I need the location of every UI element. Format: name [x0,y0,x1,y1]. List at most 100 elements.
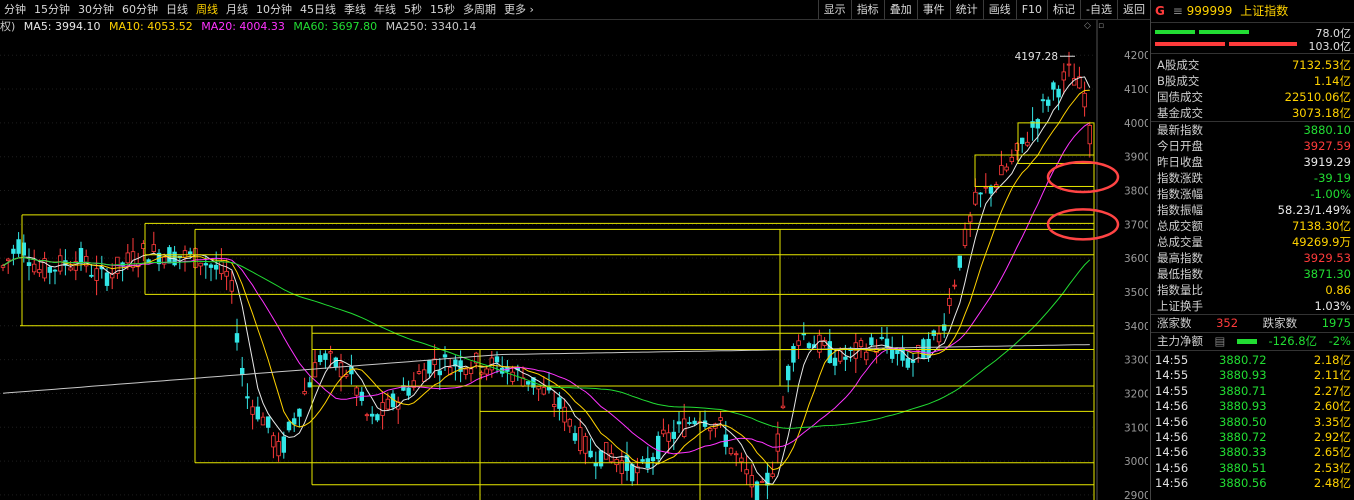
volume-label: 基金成交 [1157,106,1203,120]
period-tab[interactable]: 季线 [340,0,370,19]
period-tab[interactable]: 15秒 [426,0,459,19]
buy-sell-bars: 78.0亿 103.0亿 [1151,23,1354,54]
candle-body [333,357,338,368]
quote-value: -39.19 [1313,171,1351,185]
quote-value: -1.00% [1310,187,1351,201]
period-tab[interactable]: 分钟 [0,0,30,19]
quote-panel: G ≡ 999999 上证指数 78.0亿 103.0亿 A股成交 7132.5… [1150,0,1354,500]
candle-body [1004,166,1009,171]
tick-row: 14:55 3880.72 2.18亿 [1151,353,1354,368]
candle-body [806,343,812,348]
candle-body [786,365,791,381]
price-tick-label: 4200 [1124,50,1148,62]
tick-volume: 2.48亿 [1313,476,1351,491]
tick-time: 14:55 [1155,368,1189,383]
tool-button[interactable]: 标记 [1047,0,1080,19]
tick-price: 3880.51 [1219,460,1267,475]
candle-body [89,274,94,277]
quote-value: 1.03% [1314,299,1351,313]
candle-body [468,368,474,375]
price-tick-label: 3600 [1124,253,1148,265]
tick-row: 14:55 3880.71 2.27亿 [1151,384,1354,399]
candle-body [1061,71,1066,81]
quote-row: 上证换手 1.03% [1151,298,1354,314]
candle-body [843,356,848,360]
bar-bottom-value: 103.0亿 [1308,40,1352,53]
period-tab[interactable]: 多周期 [459,0,500,19]
candle-body [328,351,333,354]
tool-button[interactable]: F10 [1015,0,1047,19]
price-tick-label: 3200 [1124,388,1148,400]
candle-body [260,416,266,426]
tool-button[interactable]: 指标 [850,0,884,19]
candle-body [416,371,422,374]
sell-bar-a [1155,42,1225,46]
tool-button[interactable]: -自选 [1080,0,1117,19]
tool-button[interactable]: 叠加 [883,0,917,19]
candle-body [229,280,234,292]
candle-body [245,396,250,399]
main-flow-pct: -2% [1328,334,1351,348]
candle-body [780,405,786,409]
candle-body [323,353,328,360]
candle-body [609,453,614,463]
flow-chart-icon[interactable]: ▤ [1215,333,1226,350]
tick-volume: 2.11亿 [1313,368,1351,383]
period-tab[interactable]: 60分钟 [118,0,162,19]
candle-body [1082,92,1087,108]
quote-value: 3919.29 [1303,155,1351,169]
candlestick-chart[interactable]: 4200 4100 4000 3900 3800 3700 3600 3500 3400 3300… [0,20,1148,500]
period-tab[interactable]: 更多 › [500,0,538,19]
candle-body [338,362,344,378]
diamond-marker-icon: ◇ [1084,21,1091,31]
quote-label: 昨日收盘 [1157,155,1203,169]
candle-body [536,386,541,390]
price-tick-label: 3500 [1124,287,1148,299]
period-toolbar: 分钟 15分钟 30分钟 60分钟 日线 周线 月线 10分钟 45日线 季线 年线 5秒 15秒 多周期… [0,0,1150,20]
period-tab[interactable]: 5秒 [400,0,426,19]
tool-button[interactable]: 返回 [1117,0,1150,19]
market-volume-section: A股成交 7132.53亿 B股成交 1.14亿 国债成交 22510.06亿 … [1151,54,1354,122]
tick-list[interactable]: 14:55 3880.72 2.18亿 14:55 3880.93 2.11亿 … [1151,351,1354,492]
period-tab[interactable]: 30分钟 [74,0,118,19]
period-tab[interactable]: 年线 [370,0,400,19]
tick-time: 14:55 [1155,383,1189,398]
candle-body [442,354,448,358]
tool-button[interactable]: 显示 [817,0,851,19]
candle-body [775,433,780,452]
candle-body [962,228,968,246]
price-tick-label: 4000 [1124,118,1148,130]
tool-button[interactable]: 统计 [949,0,983,19]
period-tab[interactable]: 45日线 [296,0,340,19]
tick-price: 3880.93 [1219,368,1267,383]
candle-body [375,414,380,421]
candle-body [250,406,255,415]
candle-body [276,441,281,457]
quote-row: 最新指数 3880.10 [1151,122,1354,138]
high-price-label: 4197.28 [1015,51,1058,63]
period-tabs: 分钟 15分钟 30分钟 60分钟 日线 周线 月线 10分钟 45日线 季线 年线 5秒 15秒 多周期… [0,0,538,19]
period-tab[interactable]: 10分钟 [252,0,296,19]
tool-button[interactable]: 画线 [982,0,1016,19]
candle-body [739,457,744,463]
period-tab[interactable]: 月线 [222,0,252,19]
tick-time: 14:56 [1155,429,1189,444]
tick-row: 14:56 3880.50 3.35亿 [1151,415,1354,430]
period-tab[interactable]: 15分钟 [30,0,74,19]
index-code: 999999 [1186,4,1233,18]
tick-price: 3880.72 [1219,429,1267,444]
tick-row: 14:56 3880.56 2.48亿 [1151,476,1354,491]
period-tab[interactable]: 日线 [162,0,192,19]
candle-body [687,422,692,424]
volume-row: A股成交 7132.53亿 [1151,57,1354,73]
tick-row: 14:56 3880.33 2.65亿 [1151,445,1354,460]
period-tab[interactable]: 周线 [192,0,222,19]
menu-icon[interactable]: ≡ [1173,4,1183,18]
quote-row: 指数涨幅 -1.00% [1151,186,1354,202]
candle-body [265,416,271,428]
tool-button[interactable]: 事件 [916,0,950,19]
candle-body [1066,63,1072,66]
ma10-line [2,89,1090,471]
main-flow-label: 主力净额 [1157,334,1203,348]
quote-row: 指数涨跌 -39.19 [1151,170,1354,186]
